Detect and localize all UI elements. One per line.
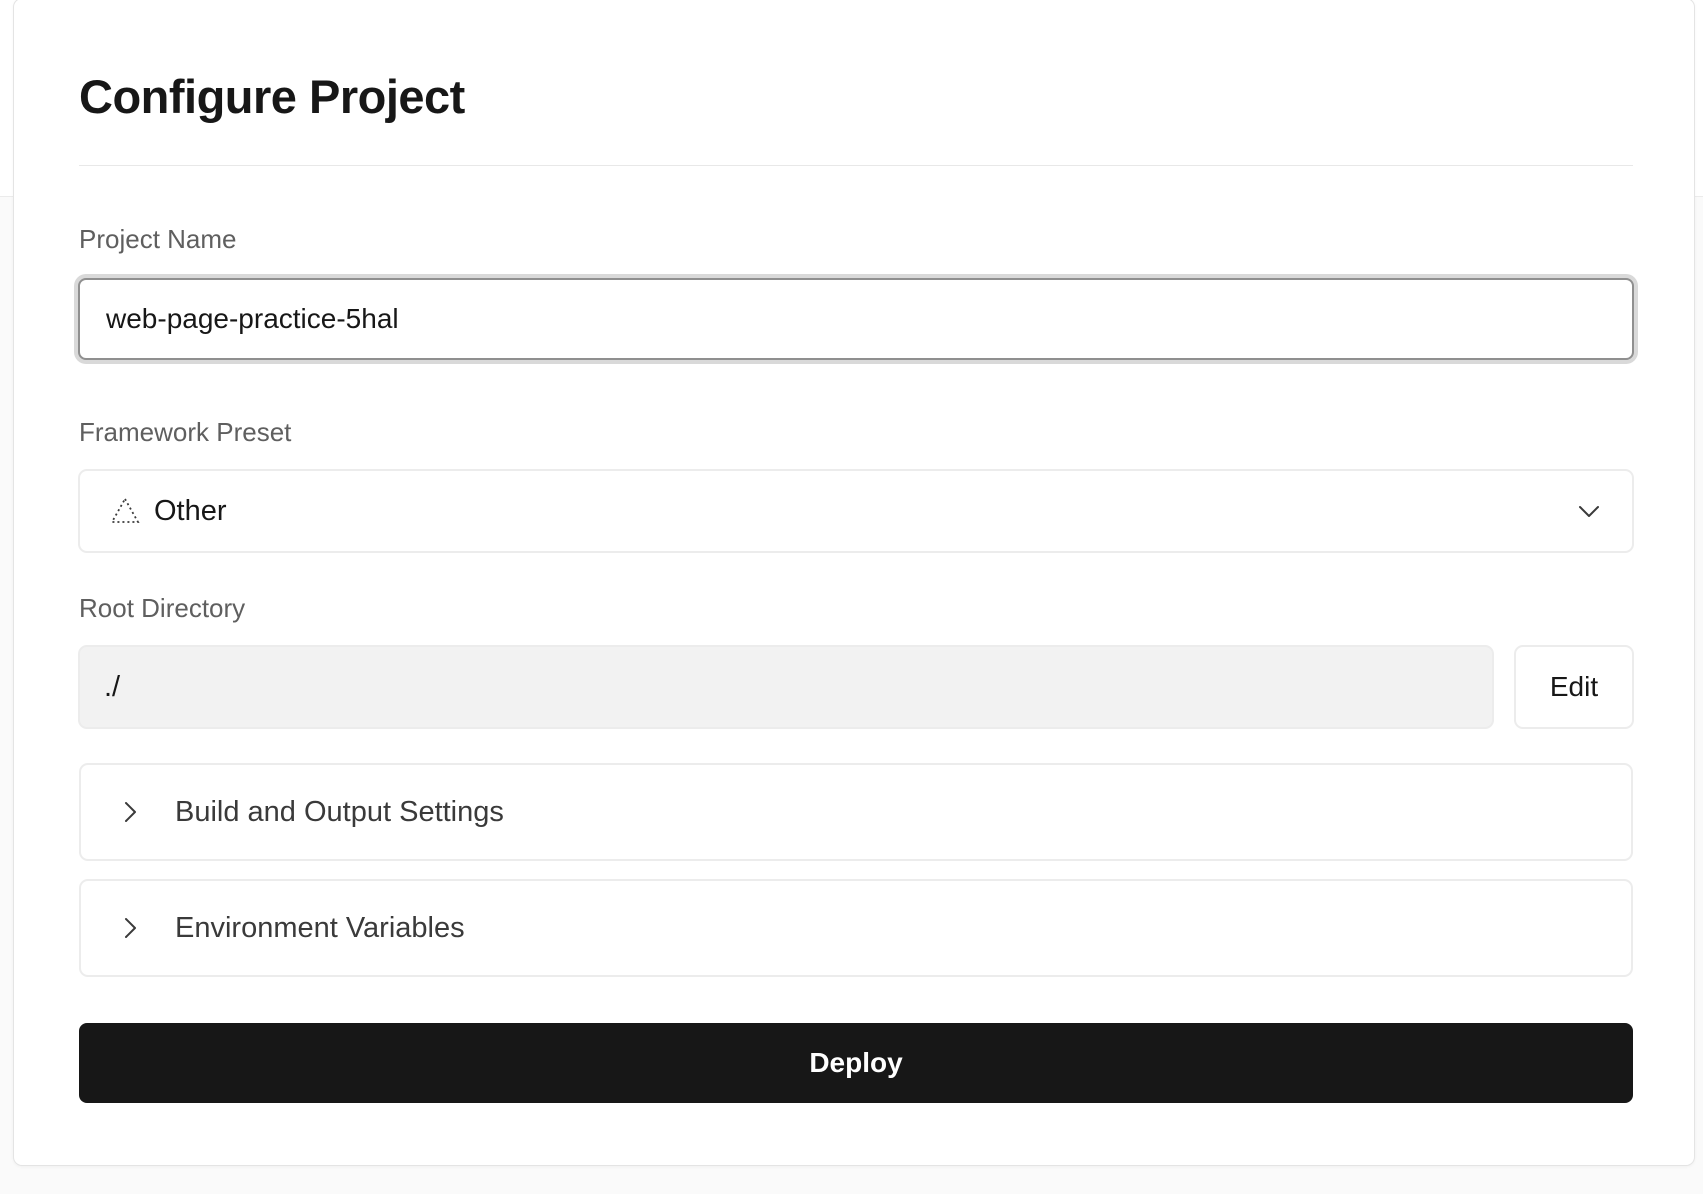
configure-project-card: Configure Project Project Name Framework… (13, 0, 1695, 1166)
triangle-dotted-icon (110, 496, 140, 526)
page-title: Configure Project (79, 70, 465, 123)
root-directory-label: Root Directory (79, 593, 246, 623)
build-output-settings-label: Build and Output Settings (175, 795, 504, 828)
build-output-settings-section[interactable]: Build and Output Settings (79, 763, 1633, 861)
edit-root-directory-button[interactable]: Edit (1514, 645, 1634, 729)
title-divider (79, 165, 1633, 166)
chevron-right-icon (117, 915, 143, 941)
environment-variables-section[interactable]: Environment Variables (79, 879, 1633, 977)
project-name-label: Project Name (79, 224, 237, 254)
environment-variables-label: Environment Variables (175, 911, 465, 944)
framework-preset-select[interactable]: Other (78, 469, 1634, 553)
project-name-input[interactable] (78, 278, 1634, 360)
root-directory-field: ./ (78, 645, 1494, 729)
framework-preset-label: Framework Preset (79, 417, 292, 447)
chevron-down-icon (1576, 498, 1602, 524)
deploy-button[interactable]: Deploy (79, 1023, 1633, 1103)
framework-preset-value: Other (154, 494, 227, 527)
chevron-right-icon (117, 799, 143, 825)
